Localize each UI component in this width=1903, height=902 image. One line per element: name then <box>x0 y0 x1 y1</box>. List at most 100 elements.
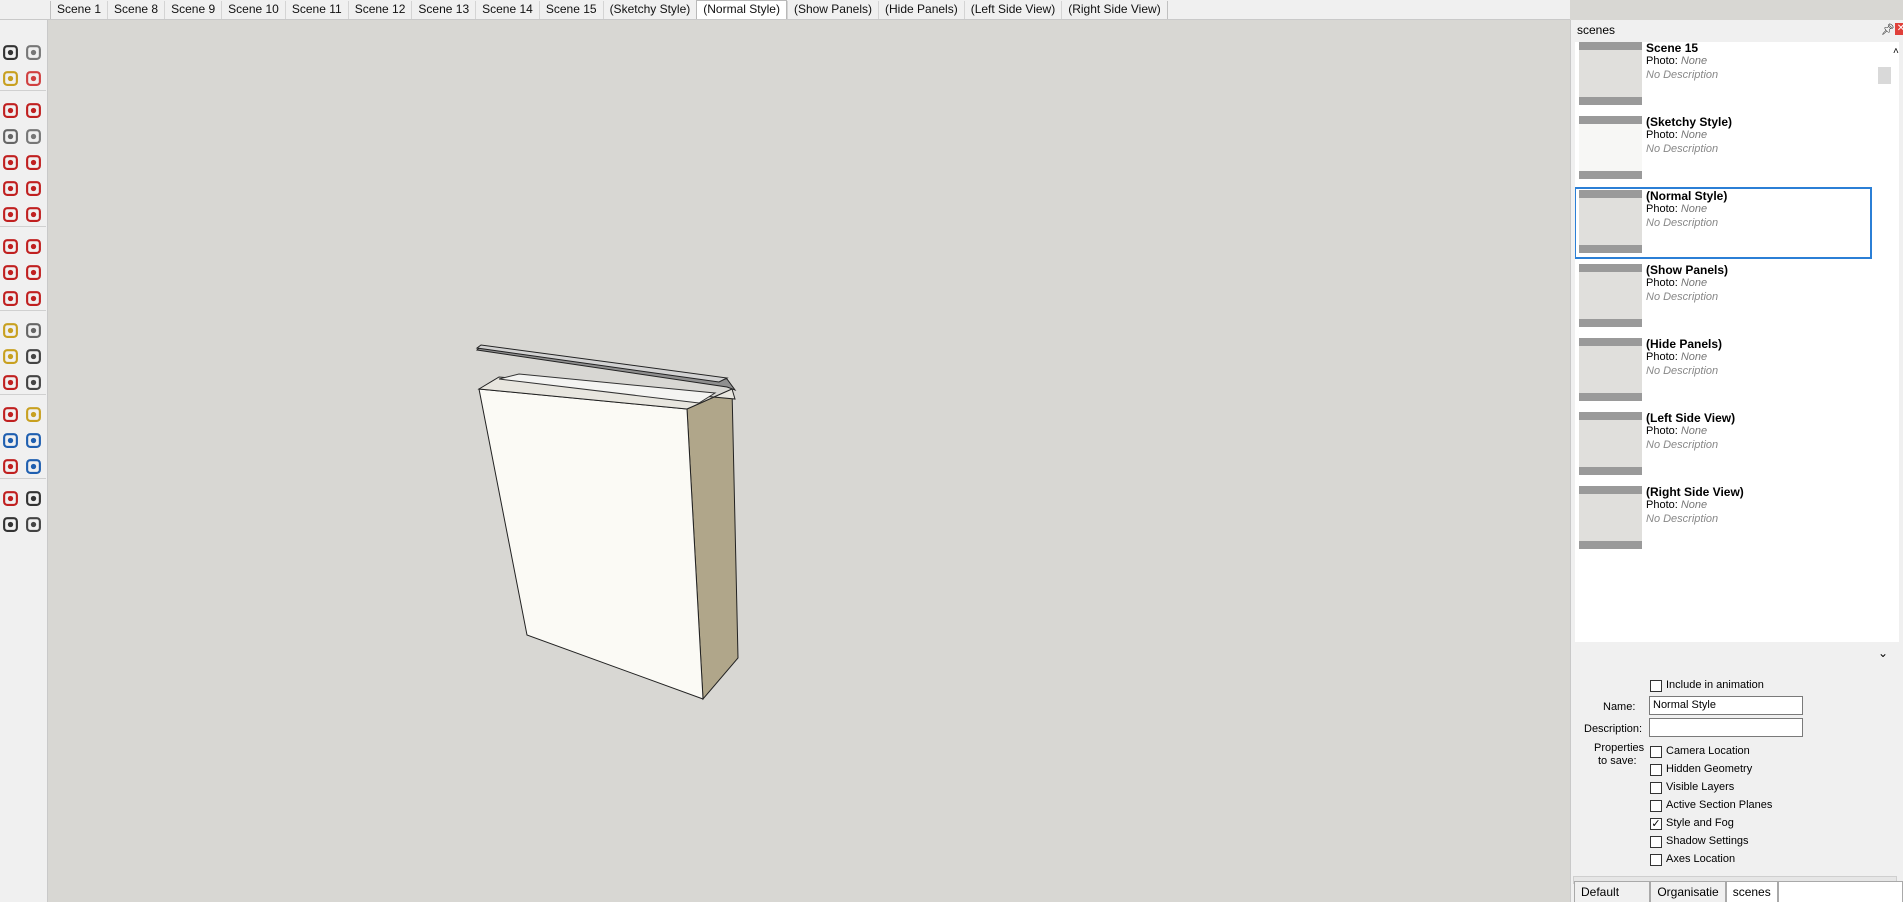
scene-name: (Hide Panels) <box>1646 337 1723 351</box>
dimension-icon[interactable] <box>23 320 43 340</box>
rotated-rectangle-icon[interactable] <box>23 126 43 146</box>
property-checkbox[interactable] <box>1650 836 1662 848</box>
scene-tab[interactable]: Scene 9 <box>164 1 221 19</box>
tape-measure-icon[interactable] <box>0 320 20 340</box>
name-field[interactable]: Normal Style <box>1649 696 1803 715</box>
scene-tab[interactable]: Scene 13 <box>411 1 475 19</box>
pie-icon[interactable] <box>23 178 43 198</box>
eraser-icon[interactable] <box>23 68 43 88</box>
scene-item[interactable]: (Hide Panels) Photo: None No Description <box>1575 336 1871 406</box>
toolbar-separator <box>0 226 46 227</box>
freehand-icon[interactable] <box>23 100 43 120</box>
pin-icon[interactable]: 📌︎ <box>1881 23 1895 36</box>
position-camera-icon[interactable] <box>0 488 20 508</box>
scene-item[interactable]: Scene 15 Photo: None No Description <box>1575 42 1871 110</box>
scene-item[interactable]: (Sketchy Style) Photo: None No Description <box>1575 114 1871 184</box>
text-icon[interactable] <box>23 346 43 366</box>
pan-icon[interactable] <box>23 404 43 424</box>
property-label: Camera Location <box>1666 745 1750 757</box>
scene-tab[interactable]: Scene 14 <box>475 1 539 19</box>
orbit-icon[interactable] <box>0 404 20 424</box>
tray-tab[interactable]: Default Tray <box>1574 881 1651 902</box>
property-checkbox[interactable] <box>1650 782 1662 794</box>
include-in-animation-label: Include in animation <box>1666 679 1764 691</box>
scene-tab[interactable]: Scene 12 <box>347 1 412 19</box>
scene-thumbnail <box>1579 412 1642 475</box>
scene-description: No Description <box>1646 69 1719 81</box>
scene-tab[interactable]: (Right Side View) <box>1061 1 1168 19</box>
scene-photo-label: Photo: <box>1646 129 1681 141</box>
scene-tab[interactable]: Scene 15 <box>538 1 603 19</box>
scene-tab[interactable]: (Show Panels) <box>786 1 878 19</box>
scene-photo-label: Photo: <box>1646 351 1681 363</box>
zoom-window-icon[interactable] <box>23 430 43 450</box>
follow-me-icon[interactable] <box>23 262 43 282</box>
property-checkbox[interactable] <box>1650 764 1662 776</box>
include-in-animation-checkbox[interactable] <box>1650 680 1662 692</box>
circle-icon[interactable] <box>0 152 20 172</box>
close-icon[interactable]: ✕ <box>1895 23 1903 35</box>
polygon-icon[interactable] <box>23 152 43 172</box>
scene-photo-label: Photo: <box>1646 55 1681 67</box>
axes-icon[interactable] <box>0 372 20 392</box>
property-label: Active Section Planes <box>1666 799 1773 811</box>
scene-tab[interactable]: (Hide Panels) <box>878 1 964 19</box>
scene-thumbnail <box>1579 116 1642 179</box>
two-point-arc-icon[interactable] <box>0 204 20 224</box>
scene-tab[interactable]: Scene 10 <box>221 1 285 19</box>
property-label: Visible Layers <box>1666 781 1735 793</box>
scene-list[interactable]: Scene 15 Photo: None No Description (Sketch… <box>1575 42 1899 642</box>
scene-tab[interactable]: Scene 8 <box>107 1 164 19</box>
scene-photo: Photo: None <box>1646 55 1707 67</box>
protractor-icon[interactable] <box>0 346 20 366</box>
scene-photo-value: None <box>1680 499 1708 511</box>
offset-icon[interactable] <box>23 288 43 308</box>
chevron-down-icon[interactable]: ⌄ <box>1878 646 1888 660</box>
property-checkbox[interactable]: ✓ <box>1650 818 1662 830</box>
scene-tabs-bar: Scene 1 Scene 8 Scene 9 Scene 10 Scene 11 Sce… <box>0 0 1570 20</box>
push-pull-icon[interactable] <box>23 236 43 256</box>
scene-item[interactable]: (Right Side View) Photo: None No Descripti… <box>1575 484 1871 554</box>
scroll-up-icon[interactable]: ˄ <box>1893 46 1899 57</box>
description-field[interactable] <box>1649 718 1803 737</box>
three-point-arc-icon[interactable] <box>23 204 43 224</box>
move-icon[interactable] <box>0 236 20 256</box>
arc-icon[interactable] <box>0 178 20 198</box>
scene-tab[interactable]: (Sketchy Style) <box>602 1 697 19</box>
tray-tab[interactable]: scenes <box>1725 881 1778 902</box>
scene-item[interactable]: (Show Panels) Photo: None No Description <box>1575 262 1871 332</box>
make-component-icon[interactable] <box>23 42 43 62</box>
scene-photo-label: Photo: <box>1646 499 1681 511</box>
previous-view-icon[interactable] <box>23 456 43 476</box>
scene-description: No Description <box>1646 291 1719 303</box>
3d-text-icon[interactable] <box>23 372 43 392</box>
line-icon[interactable] <box>0 100 20 120</box>
select-icon[interactable] <box>0 42 20 62</box>
tray-tab[interactable]: Organisatie <box>1650 881 1726 902</box>
scrollbar-thumb[interactable] <box>1878 67 1891 84</box>
paint-bucket-icon[interactable] <box>0 68 20 88</box>
walk-icon[interactable] <box>0 514 20 534</box>
rotate-icon[interactable] <box>0 262 20 282</box>
scene-thumbnail <box>1579 486 1642 549</box>
zoom-extents-icon[interactable] <box>0 456 20 476</box>
scale-icon[interactable] <box>0 288 20 308</box>
property-checkbox[interactable] <box>1650 854 1662 866</box>
section-plane-icon[interactable] <box>23 514 43 534</box>
scene-tab[interactable]: (Left Side View) <box>963 1 1062 19</box>
zoom-icon[interactable] <box>0 430 20 450</box>
box-front-face <box>478 388 704 700</box>
scene-tab[interactable]: Scene 1 <box>50 1 107 19</box>
scene-item[interactable]: (Normal Style) Photo: None No Description <box>1575 187 1872 259</box>
rectangle-icon[interactable] <box>0 126 20 146</box>
look-around-icon[interactable] <box>23 488 43 508</box>
model-canvas[interactable] <box>49 21 1570 902</box>
scene-tab[interactable]: Scene 11 <box>284 1 348 19</box>
scene-photo: Photo: None <box>1646 499 1707 511</box>
property-checkbox[interactable] <box>1650 746 1662 758</box>
scene-tab[interactable]: (Normal Style) <box>696 0 787 19</box>
scene-item[interactable]: (Left Side View) Photo: None No Descriptio… <box>1575 410 1871 480</box>
modeling-viewport[interactable] <box>49 21 1570 902</box>
scene-photo-label: Photo: <box>1646 425 1681 437</box>
property-checkbox[interactable] <box>1650 800 1662 812</box>
